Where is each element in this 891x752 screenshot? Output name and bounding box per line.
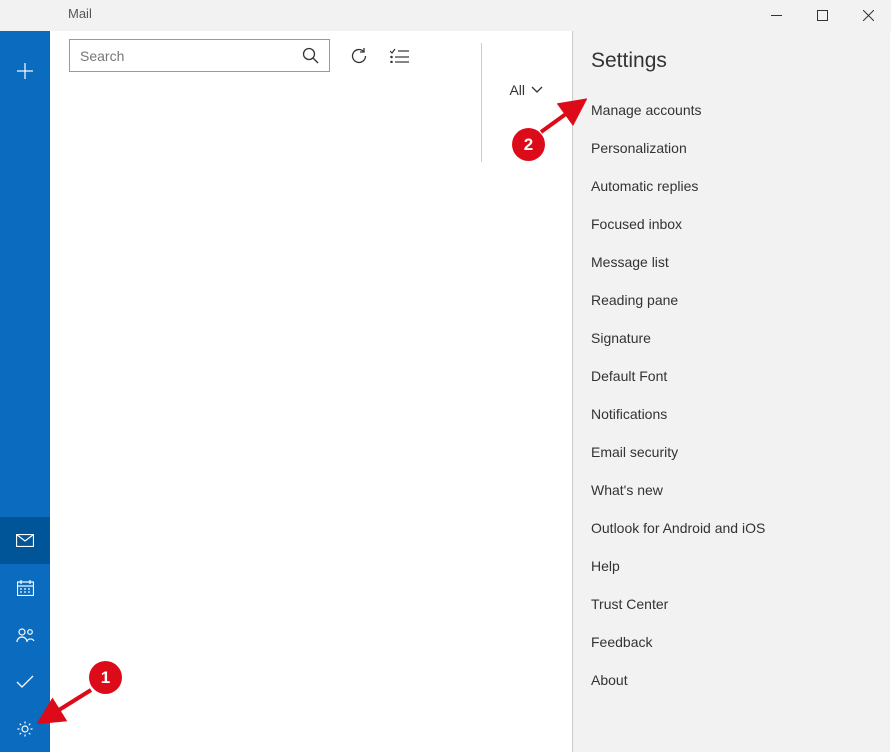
close-button[interactable] (845, 0, 891, 31)
annotation-badge-1: 1 (89, 661, 122, 694)
maximize-icon (817, 10, 828, 21)
check-icon (16, 675, 34, 689)
settings-item-manage-accounts[interactable]: Manage accounts (573, 91, 890, 129)
refresh-icon (350, 47, 368, 65)
sync-button[interactable] (348, 45, 370, 67)
maximize-button[interactable] (799, 0, 845, 31)
close-icon (863, 10, 874, 21)
calendar-nav-button[interactable] (0, 564, 50, 611)
settings-item-whats-new[interactable]: What's new (573, 471, 890, 509)
mail-list-pane: All (50, 31, 572, 752)
settings-title: Settings (573, 49, 890, 73)
search-input[interactable] (80, 48, 299, 64)
settings-item-email-security[interactable]: Email security (573, 433, 890, 471)
window-title: Mail (68, 6, 92, 21)
select-mode-button[interactable] (388, 45, 410, 67)
settings-item-help[interactable]: Help (573, 547, 890, 585)
settings-panel: Settings Manage accounts Personalization… (572, 31, 890, 752)
search-button[interactable] (299, 45, 321, 67)
checklist-icon (390, 48, 409, 63)
mail-icon (16, 534, 34, 547)
settings-item-outlook-mobile[interactable]: Outlook for Android and iOS (573, 509, 890, 547)
window-controls (753, 0, 891, 31)
column-divider (481, 43, 482, 162)
titlebar: Mail (0, 0, 891, 31)
settings-item-personalization[interactable]: Personalization (573, 129, 890, 167)
mail-nav-button[interactable] (0, 517, 50, 564)
settings-list: Manage accounts Personalization Automati… (573, 91, 890, 699)
gear-icon (16, 720, 34, 738)
search-icon (302, 47, 319, 64)
settings-item-default-font[interactable]: Default Font (573, 357, 890, 395)
settings-item-about[interactable]: About (573, 661, 890, 699)
settings-item-reading-pane[interactable]: Reading pane (573, 281, 890, 319)
settings-item-feedback[interactable]: Feedback (573, 623, 890, 661)
search-box[interactable] (69, 39, 330, 72)
settings-item-message-list[interactable]: Message list (573, 243, 890, 281)
plus-icon (17, 63, 33, 79)
filter-dropdown[interactable]: All (509, 82, 553, 98)
calendar-icon (17, 580, 34, 596)
minimize-icon (771, 10, 782, 21)
people-icon (16, 627, 35, 643)
new-mail-button[interactable] (0, 47, 50, 94)
settings-item-focused-inbox[interactable]: Focused inbox (573, 205, 890, 243)
settings-item-trust-center[interactable]: Trust Center (573, 585, 890, 623)
settings-item-automatic-replies[interactable]: Automatic replies (573, 167, 890, 205)
minimize-button[interactable] (753, 0, 799, 31)
annotation-arrow-2 (537, 98, 587, 136)
people-nav-button[interactable] (0, 611, 50, 658)
annotation-badge-2: 2 (512, 128, 545, 161)
sidebar (0, 0, 50, 752)
settings-item-notifications[interactable]: Notifications (573, 395, 890, 433)
chevron-down-icon (531, 86, 543, 94)
annotation-arrow-1 (37, 686, 95, 726)
filter-label: All (509, 82, 525, 98)
settings-item-signature[interactable]: Signature (573, 319, 890, 357)
